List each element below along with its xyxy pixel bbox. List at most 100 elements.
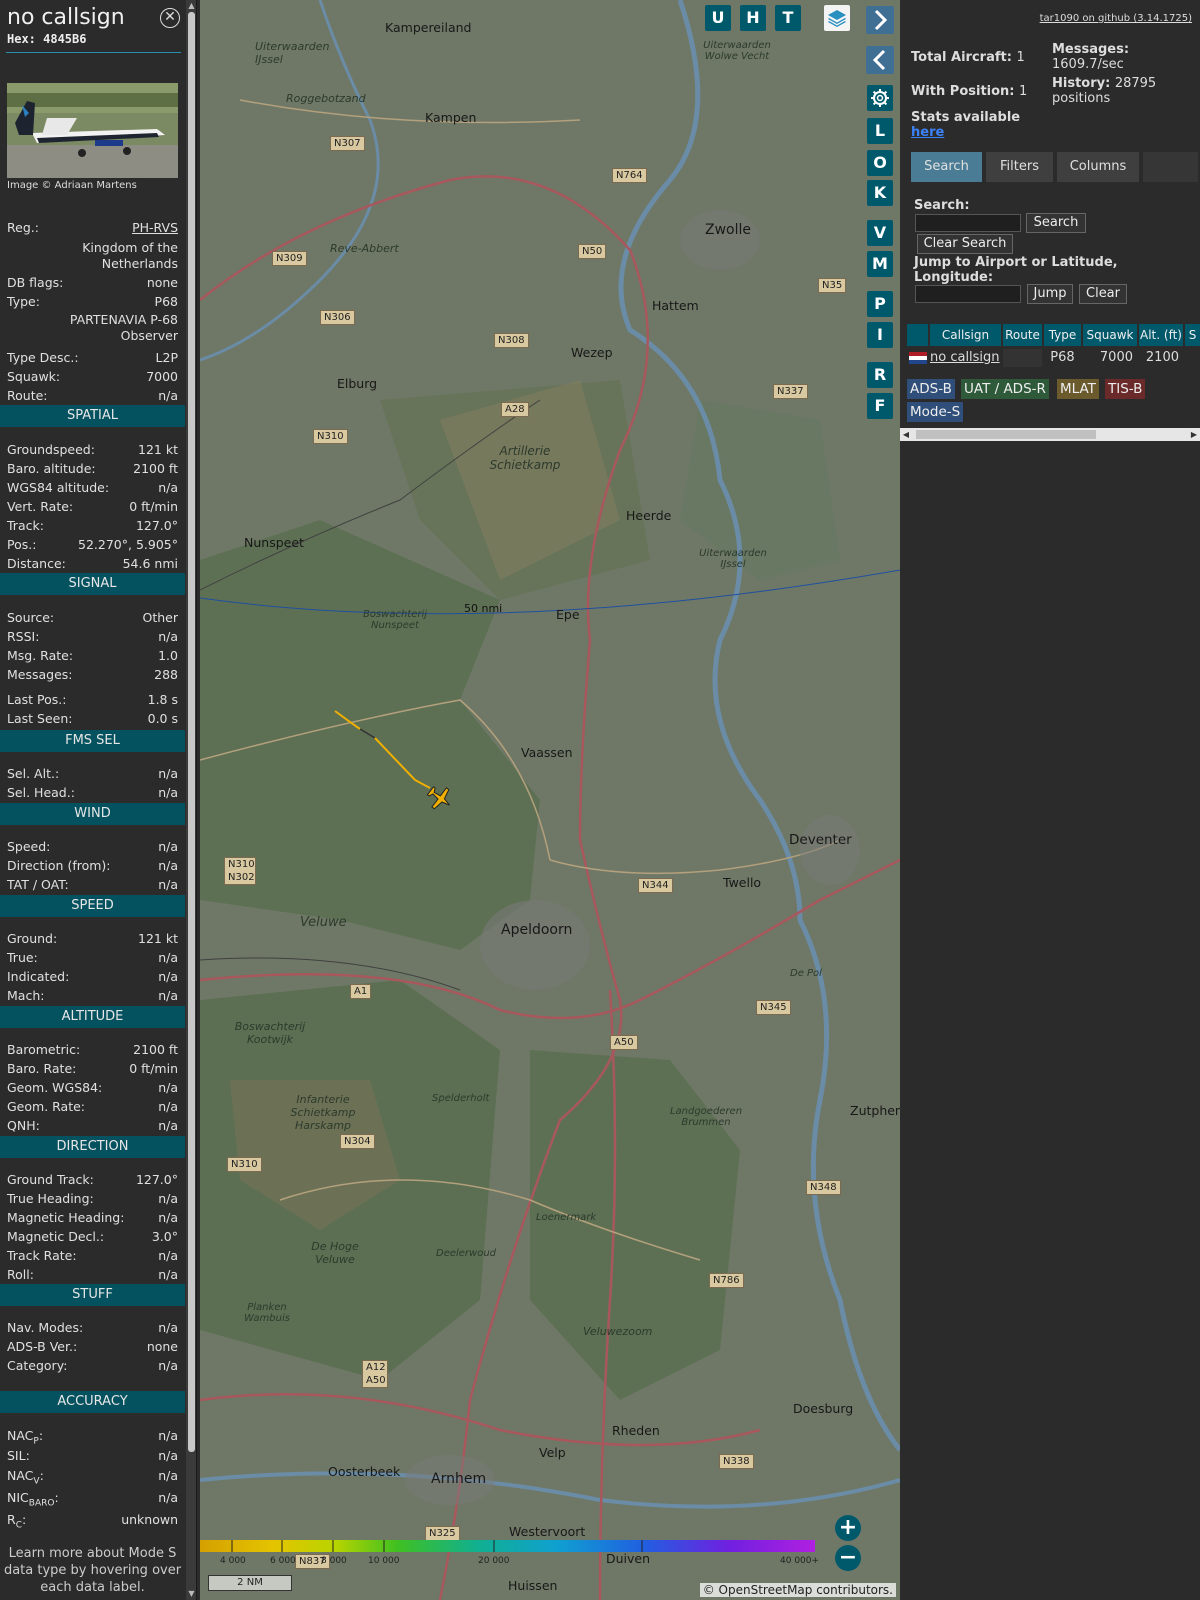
place-label: Kampereiland [385, 20, 472, 35]
toggle-r-button[interactable]: R [867, 362, 893, 388]
tab-filters[interactable]: Filters [986, 152, 1053, 182]
info-row-value: n/a [158, 388, 178, 403]
jump-label: Jump to Airport or Latitude, Longitude: [914, 255, 1118, 285]
info-row-label-text: Last Seen: [7, 711, 73, 726]
place-label: Westervoort [509, 1524, 586, 1539]
aircraft-photo[interactable] [7, 83, 178, 178]
tab-columns[interactable]: Columns [1057, 152, 1139, 182]
map-attribution[interactable]: © OpenStreetMap contributors. [699, 1583, 896, 1597]
info-row-label-text: Geom. Rate: [7, 1099, 86, 1114]
toggle-f-button[interactable]: F [867, 393, 893, 419]
info-scrollbar[interactable]: ▲ ▼ [186, 0, 196, 1600]
info-row-value: 0.0 s [147, 711, 178, 726]
info-row-value: 1.8 s [147, 692, 178, 707]
place-label: Wezep [571, 345, 613, 360]
scroll-up-icon[interactable]: ▲ [186, 0, 196, 12]
clear-search-button[interactable]: Clear Search [917, 234, 1013, 254]
search-button[interactable]: Search [1026, 213, 1086, 233]
toggle-l-button[interactable]: L [867, 118, 893, 144]
tab-extra[interactable] [1143, 152, 1198, 182]
chevron-left-icon[interactable] [866, 46, 894, 74]
info-row-label-text: Indicated: [7, 969, 70, 984]
scroll-left-icon[interactable]: ◀ [900, 428, 912, 441]
github-link[interactable]: tar1090 on github (3.14.1725) [1040, 13, 1192, 24]
layers-icon[interactable] [824, 5, 850, 31]
info-row-value: 7000 [146, 369, 178, 384]
scrollbar-thumb[interactable] [188, 12, 195, 1452]
row-route [1003, 349, 1042, 367]
table-horizontal-scrollbar[interactable]: ◀ ▶ [900, 428, 1200, 441]
info-row-label-text: Track: [7, 518, 44, 533]
section-header-signal: SIGNAL [0, 573, 185, 595]
info-row-label: NACP: [7, 1428, 44, 1447]
info-row-label: RC: [7, 1512, 27, 1531]
toggle-t-button[interactable]: T [775, 5, 801, 31]
table-header-type[interactable]: Type [1044, 324, 1081, 346]
road-label: N309 [272, 251, 307, 266]
info-row-value[interactable]: PH-RVS [132, 220, 178, 236]
info-row-label-text: Pos.: [7, 537, 37, 552]
row-altitude: 2100 [1145, 350, 1179, 365]
info-row-label: Messages: [7, 667, 73, 683]
close-icon[interactable]: ✕ [160, 8, 180, 28]
info-row-label: Sel. Head.: [7, 785, 75, 801]
total-aircraft-label: Total Aircraft: [911, 50, 1012, 65]
map-view[interactable]: Kampereiland Kampen Zwolle Hattem Wezep … [200, 0, 900, 1600]
info-row-label-text: TAT / OAT: [7, 877, 69, 892]
place-label: Vaassen [521, 745, 573, 760]
info-row-label-text: Baro. altitude: [7, 461, 96, 476]
road-label: N348 [806, 1180, 841, 1195]
info-row-value: n/a [158, 969, 178, 984]
table-header-route[interactable]: Route [1003, 324, 1042, 346]
gear-icon[interactable] [867, 85, 893, 111]
info-row-label: Squawk: [7, 369, 61, 384]
table-header-altitude[interactable]: Alt. (ft) [1139, 324, 1183, 346]
stats-link[interactable]: here [911, 125, 944, 140]
section-header-speed: SPEED [0, 895, 185, 917]
toggle-i-button[interactable]: I [867, 322, 893, 348]
chevron-right-icon[interactable] [866, 6, 894, 34]
info-row-label-text: Sel. Head.: [7, 785, 75, 800]
road-label: N310 [227, 1157, 262, 1172]
info-row-label-text: Geom. WGS84: [7, 1080, 103, 1095]
info-row-label: Roll: [7, 1267, 34, 1283]
table-header-squawk[interactable]: Squawk [1083, 324, 1137, 346]
row-callsign[interactable]: no callsign [930, 349, 1000, 367]
toggle-u-button[interactable]: U [705, 5, 731, 31]
tab-search[interactable]: Search [911, 152, 982, 182]
scroll-right-icon[interactable]: ▶ [1188, 428, 1200, 441]
toggle-h-button[interactable]: H [740, 5, 766, 31]
jump-input[interactable] [915, 285, 1021, 303]
place-label: Duiven [606, 1551, 651, 1566]
place-label: Doesburg [793, 1401, 854, 1416]
zoom-out-icon[interactable]: − [835, 1545, 861, 1571]
clear-button[interactable]: Clear [1079, 284, 1127, 304]
info-row-value: n/a [158, 1248, 178, 1263]
search-input[interactable] [915, 214, 1021, 232]
toggle-k-button[interactable]: K [867, 180, 893, 206]
toggle-o-button[interactable]: O [867, 150, 893, 176]
row-squawk: 7000 [1099, 350, 1133, 365]
callsign-title: no callsign [7, 5, 125, 30]
zoom-in-icon[interactable]: + [835, 1515, 861, 1541]
info-row-label-text: Magnetic Decl.: [7, 1229, 105, 1244]
table-header-callsign[interactable]: Callsign [930, 324, 1001, 346]
section-header-fms: FMS SEL [0, 730, 185, 752]
table-header-flag[interactable] [907, 324, 928, 346]
info-row-label-text: R [7, 1512, 16, 1527]
toggle-m-button[interactable]: M [867, 251, 893, 277]
info-row-label: Ground: [7, 931, 57, 947]
table-header-speed[interactable]: S [1185, 324, 1200, 346]
info-row-label-text: Nav. Modes: [7, 1320, 84, 1335]
hex-id: Hex: 4845B6 [7, 32, 87, 46]
info-row-label-text: NAC [7, 1468, 34, 1483]
altitude-tick-label: 6 000 [270, 1556, 296, 1566]
toggle-v-button[interactable]: V [867, 220, 893, 246]
horizontal-scrollbar-thumb[interactable] [916, 430, 1096, 439]
jump-button[interactable]: Jump [1027, 284, 1073, 304]
info-row-label-text: Baro. Rate: [7, 1061, 77, 1076]
scroll-down-icon[interactable]: ▼ [186, 1588, 196, 1600]
info-row-label: ADS-B Ver.: [7, 1339, 77, 1355]
map-scale: 2 NM [208, 1575, 292, 1591]
toggle-p-button[interactable]: P [867, 291, 893, 317]
